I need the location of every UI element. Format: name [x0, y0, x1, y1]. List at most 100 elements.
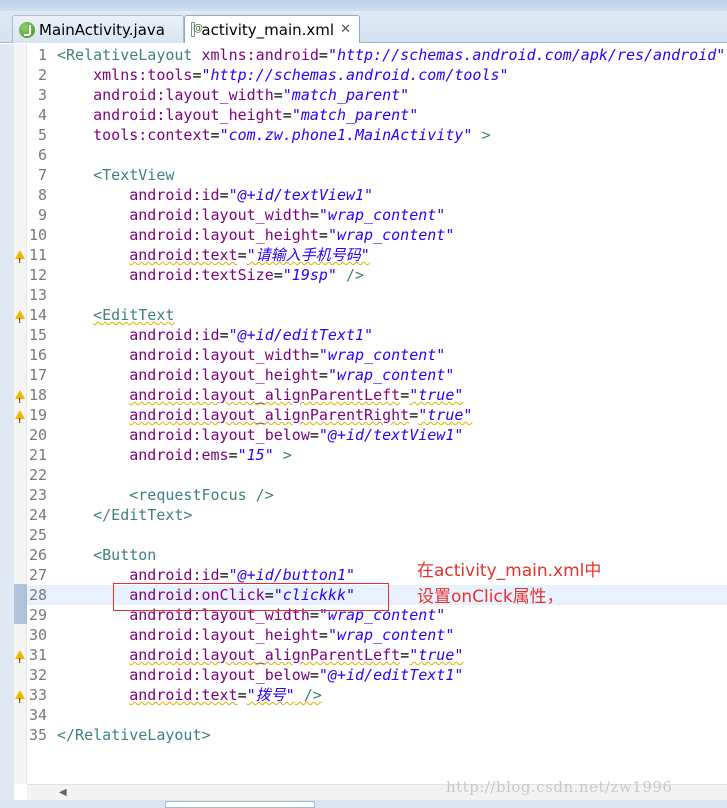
warning-icon[interactable] [15, 250, 25, 271]
line-number: 34 [28, 706, 47, 724]
code-line[interactable]: 14 <EditText [15, 305, 727, 331]
code-text: <EditText [57, 305, 174, 325]
bottom-panel-tab[interactable] [165, 801, 315, 808]
warning-icon[interactable] [15, 390, 25, 411]
tab-main-activity-java[interactable]: MainActivity.java [12, 15, 184, 43]
code-line[interactable]: 7 <TextView [27, 165, 727, 185]
code-token-punc: = [318, 626, 328, 644]
code-token-tag: > [472, 126, 491, 144]
code-line[interactable]: 16 android:layout_width="wrap_content" [27, 345, 727, 365]
code-line[interactable]: 9 android:layout_width="wrap_content" [27, 205, 727, 225]
code-line[interactable]: 15 android:id="@+id/editText1" [27, 325, 727, 345]
warning-icon[interactable] [15, 310, 25, 331]
code-text: android:layout_height="wrap_content" [57, 225, 454, 245]
code-line[interactable]: 21 android:ems="15" > [27, 445, 727, 465]
line-number: 10 [28, 226, 47, 244]
code-token-tag: <Button [93, 546, 157, 564]
line-number: 30 [28, 626, 47, 644]
code-line[interactable]: 27 android:id="@+id/button1" [27, 565, 727, 585]
code-line[interactable]: 20 android:layout_below="@+id/textView1" [27, 425, 727, 445]
code-text: android:layout_alignParentRight="true" [57, 405, 472, 425]
line-number: 31 [28, 646, 47, 664]
code-token-attr: android:layout_width [129, 206, 310, 224]
code-token-attr: android:text [129, 686, 238, 704]
code-token-val: "wrap_content" [327, 626, 455, 644]
code-line[interactable]: 2 xmlns:tools="http://schemas.android.co… [27, 65, 727, 85]
code-line[interactable]: 5 tools:context="com.zw.phone1.MainActiv… [27, 125, 727, 145]
code-token-attr: android:layout_below [129, 666, 310, 684]
code-line[interactable]: 13 [27, 285, 727, 305]
line-number: 26 [28, 546, 47, 564]
close-icon[interactable]: ✕ [340, 22, 351, 37]
code-line[interactable]: 26 <Button [27, 545, 727, 565]
line-number: 33 [28, 686, 47, 704]
code-line[interactable]: 24 </EditText> [27, 505, 727, 525]
code-line[interactable]: 30 android:layout_height="wrap_content" [27, 625, 727, 645]
code-token-punc: = [237, 686, 247, 704]
code-token-punc: = [273, 266, 283, 284]
code-line[interactable]: 8 android:id="@+id/textView1" [27, 185, 727, 205]
code-line[interactable]: 22 [27, 465, 727, 485]
code-line[interactable]: 11 android:text="请输入手机号码" [15, 245, 727, 271]
code-token-attr: android:layout_height [129, 366, 319, 384]
line-number: 3 [37, 86, 47, 104]
code-line[interactable]: 17 android:layout_height="wrap_content" [27, 365, 727, 385]
code-token-attr: tools:context [93, 126, 211, 144]
line-number: 25 [28, 526, 47, 544]
code-line[interactable]: 3 android:layout_width="match_parent" [27, 85, 727, 105]
code-token-tag: <EditText [93, 306, 175, 324]
code-line[interactable]: 1 <RelativeLayout xmlns:android="http://s… [27, 45, 727, 65]
line-number: 16 [28, 346, 47, 364]
code-token-attr: android:layout_height [129, 626, 319, 644]
tab-activity-main-xml[interactable]: activity_main.xml ✕ [184, 15, 360, 43]
line-number: 6 [37, 146, 47, 164]
code-token-val: "@+id/editText1" [318, 666, 464, 684]
code-line[interactable]: 18 android:layout_alignParentLeft="true" [15, 385, 727, 411]
warning-icon[interactable] [15, 410, 25, 431]
code-token-punc: = [309, 206, 319, 224]
code-line[interactable]: 10 android:layout_height="wrap_content" [27, 225, 727, 245]
line-number: 23 [28, 486, 47, 504]
code-token-tag: /> [294, 686, 322, 704]
annotation-note: 在activity_main.xml中 设置onClick属性， [417, 558, 601, 610]
code-token-attr: android:layout_height [129, 226, 319, 244]
code-token-punc [57, 246, 129, 264]
code-token-punc: = [228, 446, 238, 464]
code-line[interactable]: 19 android:layout_alignParentRight="true… [15, 405, 727, 431]
code-line[interactable]: 35 </RelativeLayout> [27, 725, 727, 745]
code-token-punc [57, 426, 129, 444]
line-number: 1 [37, 46, 47, 64]
code-token-val: "15" [237, 446, 274, 464]
line-number: 35 [28, 726, 47, 744]
code-token-punc: = [318, 366, 328, 384]
scroll-left-icon[interactable]: ◀ [59, 787, 67, 798]
code-token-val: "拨号" [246, 686, 295, 704]
warning-icon[interactable] [15, 690, 25, 711]
warning-icon[interactable] [15, 650, 25, 671]
code-line[interactable]: 33 android:text="拨号" /> [15, 685, 727, 711]
code-line[interactable]: 6 [27, 145, 727, 165]
bottom-panel-strip [0, 800, 727, 808]
code-line[interactable]: 4 android:layout_height="match_parent" [27, 105, 727, 125]
code-token-attr: android:ems [129, 446, 229, 464]
window-top-strip [0, 0, 727, 11]
line-number: 9 [37, 206, 47, 224]
code-text: <Button [57, 545, 156, 565]
code-token-val: "wrap_content" [318, 346, 446, 364]
code-line[interactable]: 23 <requestFocus /> [27, 485, 727, 505]
code-token-punc [57, 106, 93, 124]
code-text: tools:context="com.zw.phone1.MainActivit… [57, 125, 491, 145]
code-line[interactable]: 34 [27, 705, 727, 725]
xml-code-editor[interactable]: 1 <RelativeLayout xmlns:android="http://s… [15, 44, 727, 784]
code-line[interactable]: 31 android:layout_alignParentLeft="true" [15, 645, 727, 671]
line-number: 19 [28, 406, 47, 424]
code-line[interactable]: 12 android:textSize="19sp" /> [27, 265, 727, 285]
code-line[interactable]: 25 [27, 525, 727, 545]
code-token-attr: xmlns:android [201, 46, 319, 64]
tab-label: MainActivity.java [39, 20, 165, 39]
code-text: <TextView [57, 165, 174, 185]
code-token-punc: = [309, 346, 319, 364]
line-number: 14 [28, 306, 47, 324]
code-line[interactable]: 32 android:layout_below="@+id/editText1" [27, 665, 727, 685]
code-token-tag: </RelativeLayout> [57, 726, 211, 744]
